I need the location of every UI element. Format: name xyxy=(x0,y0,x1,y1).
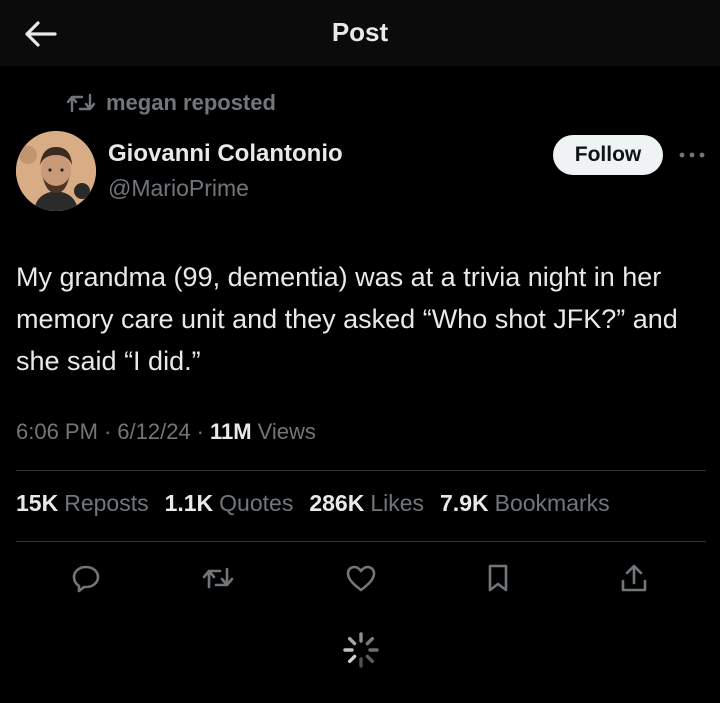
more-horizontal-icon xyxy=(679,152,705,158)
share-button[interactable] xyxy=(614,558,654,598)
repost-icon xyxy=(66,93,96,113)
reply-icon xyxy=(72,565,100,593)
stat-count: 15K xyxy=(16,490,59,516)
tweet-date[interactable]: 6/12/24 xyxy=(117,419,190,445)
stat-label: Bookmarks xyxy=(494,490,610,516)
meta-separator: · xyxy=(103,419,112,444)
stat-label: Quotes xyxy=(219,490,294,516)
tweet-time[interactable]: 6:06 PM xyxy=(16,419,98,445)
stat-count: 286K xyxy=(309,490,365,516)
bookmark-button[interactable] xyxy=(478,558,518,598)
tweet-text: My grandma (99, dementia) was at a trivi… xyxy=(16,262,678,376)
repost-indicator[interactable]: megan reposted xyxy=(66,88,276,118)
reply-button[interactable] xyxy=(66,558,106,598)
views-label: Views xyxy=(257,419,316,444)
divider xyxy=(16,470,706,471)
share-icon xyxy=(621,564,647,592)
bookmark-icon xyxy=(488,564,508,592)
repost-icon xyxy=(202,567,234,589)
tweet-stats: 15K Reposts 1.1K Quotes 286K Likes 7.9K … xyxy=(16,490,626,517)
stat-count: 1.1K xyxy=(164,490,214,516)
avatar-image xyxy=(16,131,96,211)
stat-quotes[interactable]: 1.1K Quotes xyxy=(165,490,294,517)
repost-label: megan reposted xyxy=(106,90,276,115)
follow-button[interactable]: Follow xyxy=(553,135,663,175)
divider xyxy=(16,541,706,542)
stat-count: 7.9K xyxy=(440,490,489,516)
loading-spinner-icon xyxy=(343,632,379,668)
author-name[interactable]: Giovanni Colantonio xyxy=(108,140,343,168)
like-icon xyxy=(346,565,376,592)
meta-separator: · xyxy=(196,419,204,444)
views-count: 11M xyxy=(210,419,252,444)
page-title: Post xyxy=(331,17,389,47)
top-bar: Post xyxy=(0,0,720,66)
stat-label: Likes xyxy=(370,490,425,516)
avatar[interactable] xyxy=(16,131,96,211)
repost-button[interactable] xyxy=(198,558,238,598)
stat-bookmarks[interactable]: 7.9K Bookmarks xyxy=(440,490,610,517)
tweet-meta: 6:06 PM · 6/12/24 · 11M Views xyxy=(16,419,316,445)
author-handle[interactable]: @MarioPrime xyxy=(108,175,249,202)
more-button[interactable] xyxy=(676,140,708,170)
stat-label: Reposts xyxy=(64,490,149,516)
stat-likes[interactable]: 286K Likes xyxy=(309,490,424,517)
like-button[interactable] xyxy=(341,558,381,598)
stat-reposts[interactable]: 15K Reposts xyxy=(16,490,149,517)
